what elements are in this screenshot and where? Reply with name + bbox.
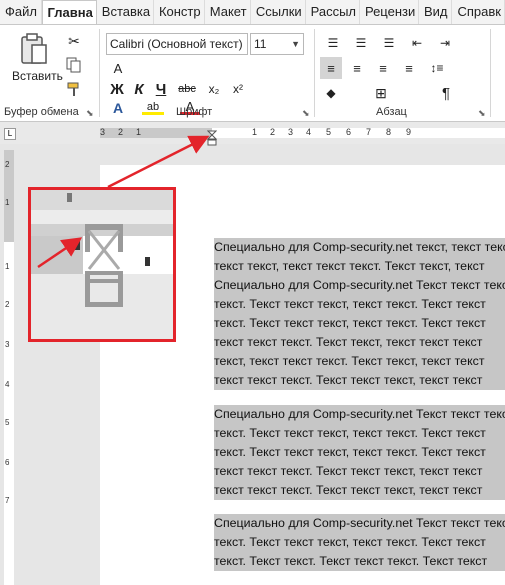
pointer-arrow-icon xyxy=(107,135,210,189)
annotation-arrows xyxy=(37,135,210,269)
pointer-arrow-icon xyxy=(37,237,83,269)
word-window: Файл Главна Вставка Констр Макет Ссылки … xyxy=(0,0,505,585)
